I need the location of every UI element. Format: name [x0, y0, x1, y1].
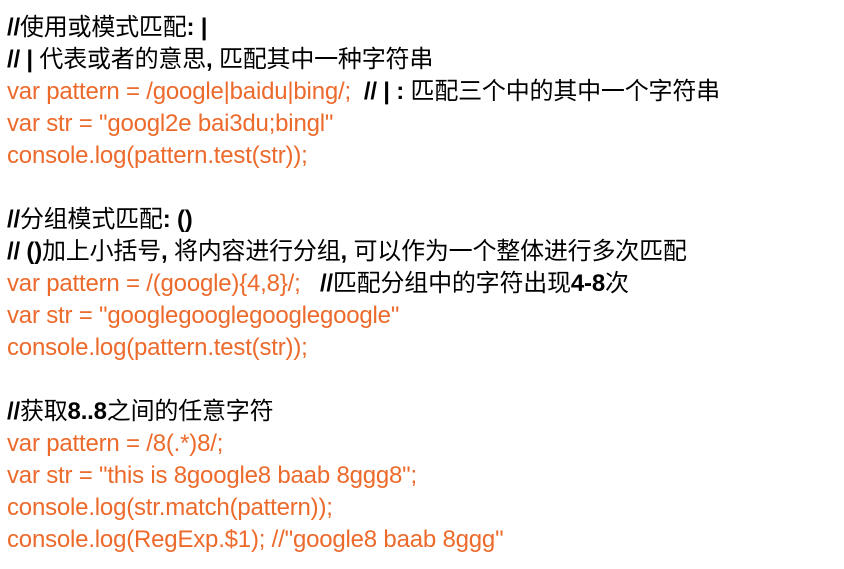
- code-line-pattern: var pattern = /8(.*)8/;: [7, 430, 224, 457]
- comment-text: ,: [161, 238, 174, 265]
- comment-text: 代表或者的意思: [39, 46, 206, 73]
- code-line-pattern: var pattern = /google|baidu|bing/; // | …: [7, 76, 837, 108]
- inline-comment-text: 匹配三个中的其中一个字符串: [410, 78, 721, 105]
- comment-line-or-pattern-desc: // | 代表或者的意思, 匹配其中一种字符串: [7, 44, 837, 76]
- comment-line-or-pattern-title: //使用或模式匹配: |: [7, 12, 837, 44]
- code-line-console: console.log(pattern.test(str));: [7, 334, 308, 361]
- comment-slashes: //: [7, 206, 20, 233]
- comment-text: 加上小括号: [42, 238, 161, 265]
- code-line-str: var str = "googl2e bai3du;bingl": [7, 110, 334, 137]
- comment-line-capture-title: //获取8..8之间的任意字符: [7, 396, 837, 428]
- code-line-str: var str = "this is 8google8 baab 8ggg8";: [7, 462, 417, 489]
- code-line-console-match: console.log(str.match(pattern));: [7, 494, 333, 521]
- comment-slashes: //: [7, 14, 20, 41]
- code-line-pattern: var pattern = /(google){4,8}/; //匹配分组中的字…: [7, 268, 837, 300]
- inline-comment-slashes: // | :: [363, 78, 411, 105]
- comment-text: 使用或模式匹配: [19, 14, 187, 41]
- comment-text: 分组模式匹配: [19, 206, 163, 233]
- comment-line-group-title: //分组模式匹配: (): [7, 204, 837, 236]
- comment-text: 匹配其中一种字符串: [218, 46, 434, 73]
- comment-text: : |: [186, 14, 208, 41]
- comment-slashes: //: [7, 398, 20, 425]
- comment-text: 8..8: [67, 398, 107, 425]
- comment-text: 将内容进行分组: [173, 238, 341, 265]
- inline-comment-slashes: //: [319, 270, 333, 297]
- comment-slashes: // |: [7, 46, 40, 73]
- comment-text: ,: [206, 46, 219, 73]
- comment-line-group-desc: // ()加上小括号, 将内容进行分组, 可以作为一个整体进行多次匹配: [7, 236, 837, 268]
- inline-comment-text: 匹配分组中的字符出现: [332, 270, 571, 297]
- code-document: //使用或模式匹配: | // | 代表或者的意思, 匹配其中一种字符串 var…: [7, 12, 837, 556]
- code-line-console: console.log(pattern.test(str));: [7, 142, 308, 169]
- comment-text: 可以作为一个整体进行多次匹配: [353, 238, 687, 265]
- comment-slashes: // (): [7, 238, 42, 265]
- comment-text: 之间的任意字符: [106, 398, 274, 425]
- comment-text: : (): [162, 206, 193, 233]
- inline-comment-text: 次: [604, 270, 629, 297]
- comment-text: 获取: [19, 398, 68, 425]
- code-line-console-regexp: console.log(RegExp.$1); //"google8 baab …: [7, 526, 504, 553]
- code-text: var pattern = /google|baidu|bing/;: [7, 78, 364, 105]
- code-text: var pattern = /(google){4,8}/;: [7, 270, 320, 297]
- inline-comment-range: 4-8: [570, 270, 605, 297]
- code-line-str: var str = "googlegooglegooglegoogle": [7, 302, 400, 329]
- comment-text: ,: [340, 238, 354, 265]
